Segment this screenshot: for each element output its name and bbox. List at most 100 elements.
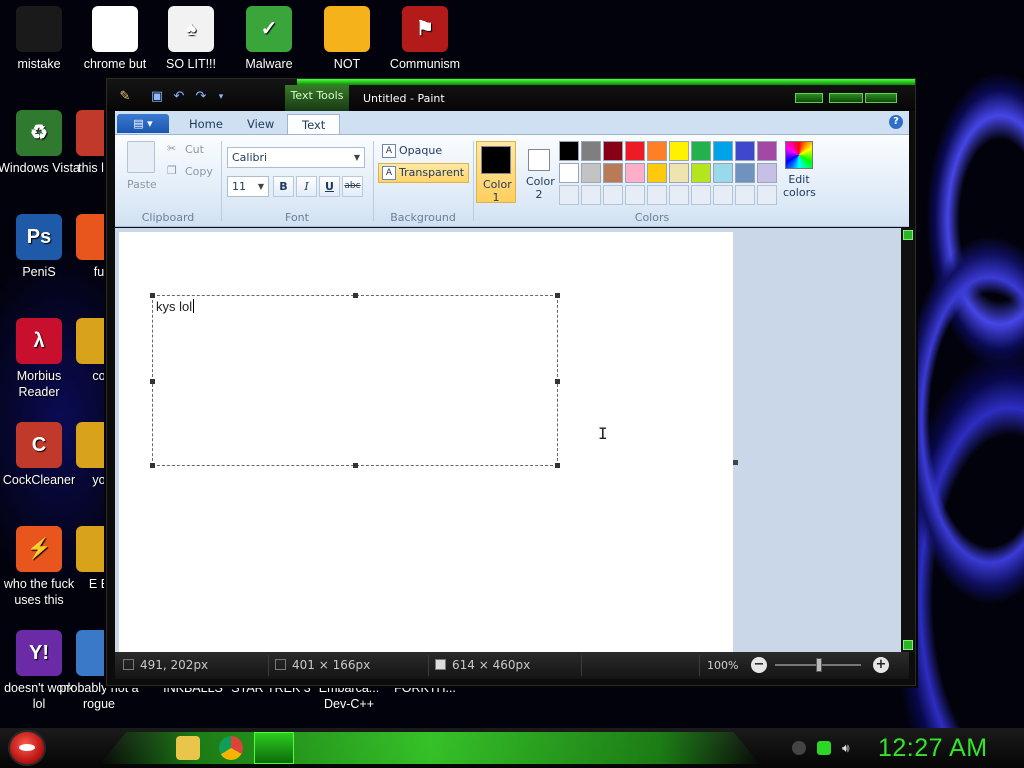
palette-color-swatch[interactable] xyxy=(713,163,733,183)
resize-handle[interactable] xyxy=(150,463,155,468)
zoom-slider-thumb[interactable] xyxy=(816,658,822,672)
redo-icon[interactable]: ↷ xyxy=(193,90,209,104)
zoom-in-button[interactable]: + xyxy=(873,657,889,673)
palette-color-swatch[interactable] xyxy=(669,163,689,183)
folder-icon[interactable] xyxy=(176,736,200,760)
palette-color-swatch[interactable] xyxy=(625,185,645,205)
palette-color-swatch[interactable] xyxy=(581,163,601,183)
palette-color-swatch[interactable] xyxy=(625,141,645,161)
taskbar: 🔊︎ 12:27 AM xyxy=(0,728,1024,768)
resize-handle[interactable] xyxy=(150,379,155,384)
strikethrough-button[interactable]: abc xyxy=(342,176,363,197)
desktop-icon[interactable]: ⚑ Communism xyxy=(384,6,466,72)
vertical-scrollbar[interactable] xyxy=(901,228,915,652)
palette-color-swatch[interactable] xyxy=(559,185,579,205)
text-box[interactable]: kys lol xyxy=(150,293,560,468)
palette-color-swatch[interactable] xyxy=(757,163,777,183)
opaque-option[interactable]: A Opaque xyxy=(378,141,447,161)
color-1-selector[interactable]: Color 1 xyxy=(476,141,516,204)
copy-icon[interactable]: ❐ xyxy=(167,164,177,177)
palette-color-swatch[interactable] xyxy=(559,163,579,183)
desktop-icon[interactable]: NOT xyxy=(306,6,388,72)
tab-view[interactable]: View xyxy=(233,114,288,135)
save-icon[interactable]: ▣ xyxy=(149,90,165,104)
resize-handle[interactable] xyxy=(150,293,155,298)
paint-menu-button[interactable]: ▤ ▾ xyxy=(117,114,169,133)
display-icon[interactable] xyxy=(817,741,831,755)
palette-color-swatch[interactable] xyxy=(625,163,645,183)
copy-button[interactable]: Copy xyxy=(185,165,213,178)
palette-color-swatch[interactable] xyxy=(647,163,667,183)
chrome-icon[interactable] xyxy=(219,736,243,760)
help-icon[interactable]: ? xyxy=(889,115,903,129)
bold-button[interactable]: B xyxy=(273,176,294,197)
drawing-canvas[interactable]: kys lol xyxy=(119,232,733,652)
taskbar-clock[interactable]: 12:27 AM xyxy=(878,734,988,763)
desktop-icon[interactable]: mistake xyxy=(0,6,80,72)
palette-color-swatch[interactable] xyxy=(735,141,755,161)
palette-color-swatch[interactable] xyxy=(603,185,623,205)
transparent-option[interactable]: A Transparent xyxy=(378,163,470,183)
resize-handle[interactable] xyxy=(555,379,560,384)
scroll-down-button[interactable] xyxy=(903,640,913,650)
palette-color-swatch[interactable] xyxy=(713,141,733,161)
palette-color-swatch[interactable] xyxy=(603,163,623,183)
palette-color-swatch[interactable] xyxy=(647,185,667,205)
desktop: mistake chrome but nor ♠ SO LIT!!! ✓ Malware N… xyxy=(0,0,1024,728)
palette-color-swatch[interactable] xyxy=(757,141,777,161)
palette-color-swatch[interactable] xyxy=(713,185,733,205)
resize-handle[interactable] xyxy=(353,463,358,468)
font-size-dropdown[interactable]: 11 ▼ xyxy=(227,176,269,197)
desktop-icon[interactable]: ♠ SO LIT!!! xyxy=(150,6,232,72)
undo-icon[interactable]: ↶ xyxy=(171,90,187,104)
close-button[interactable] xyxy=(865,93,897,103)
desktop-icon[interactable]: chrome but nor xyxy=(74,6,156,88)
paint-app-icon[interactable]: ✎ xyxy=(117,90,133,104)
desktop-icon[interactable]: ✓ Malware xyxy=(228,6,310,72)
start-button[interactable] xyxy=(8,730,46,766)
title-bar[interactable]: ✎ ▣ ↶ ↷ ▾ Text Tools Untitled - Paint xyxy=(107,79,915,111)
palette-color-swatch[interactable] xyxy=(691,141,711,161)
status-divider xyxy=(581,655,582,676)
palette-color-swatch[interactable] xyxy=(559,141,579,161)
network-icon[interactable] xyxy=(792,741,806,755)
font-family-value: Calibri xyxy=(232,151,268,164)
italic-button[interactable]: I xyxy=(296,176,317,197)
maximize-button[interactable] xyxy=(829,93,863,103)
palette-color-swatch[interactable] xyxy=(691,185,711,205)
tab-text[interactable]: Text xyxy=(287,114,341,135)
scroll-up-button[interactable] xyxy=(903,230,913,240)
palette-color-swatch[interactable] xyxy=(691,163,711,183)
palette-color-swatch[interactable] xyxy=(757,185,777,205)
font-family-dropdown[interactable]: Calibri ▼ xyxy=(227,147,365,168)
cut-button[interactable]: Cut xyxy=(185,143,204,156)
paint-taskbar-button[interactable] xyxy=(254,732,294,764)
canvas-resize-handle[interactable] xyxy=(733,460,738,465)
paste-button[interactable]: Paste xyxy=(127,178,157,191)
palette-color-swatch[interactable] xyxy=(581,185,601,205)
edit-colors-button[interactable]: Edit colors xyxy=(783,141,816,199)
palette-color-swatch[interactable] xyxy=(735,163,755,183)
cut-icon[interactable]: ✂ xyxy=(167,142,176,155)
minimize-button[interactable] xyxy=(795,93,823,103)
resize-handle[interactable] xyxy=(555,463,560,468)
tab-home[interactable]: Home xyxy=(175,114,237,135)
color-2-selector[interactable]: Color 2 xyxy=(519,141,559,203)
underline-button[interactable]: U xyxy=(319,176,340,197)
angry-bird-icon xyxy=(19,744,35,751)
paste-icon[interactable] xyxy=(127,141,155,173)
ribbon-tabs: ▤ ▾ Home View Text ? xyxy=(115,111,909,135)
palette-color-swatch[interactable] xyxy=(581,141,601,161)
palette-color-swatch[interactable] xyxy=(669,141,689,161)
palette-color-swatch[interactable] xyxy=(735,185,755,205)
palette-color-swatch[interactable] xyxy=(603,141,623,161)
resize-handle[interactable] xyxy=(353,293,358,298)
customize-qat-icon[interactable]: ▾ xyxy=(213,90,229,104)
palette-color-swatch[interactable] xyxy=(647,141,667,161)
palette-color-swatch[interactable] xyxy=(669,185,689,205)
text-box-content[interactable]: kys lol xyxy=(156,299,195,314)
zoom-out-button[interactable]: − xyxy=(751,657,767,673)
resize-handle[interactable] xyxy=(555,293,560,298)
opaque-icon: A xyxy=(382,144,396,158)
volume-icon[interactable]: 🔊︎ xyxy=(842,741,856,755)
